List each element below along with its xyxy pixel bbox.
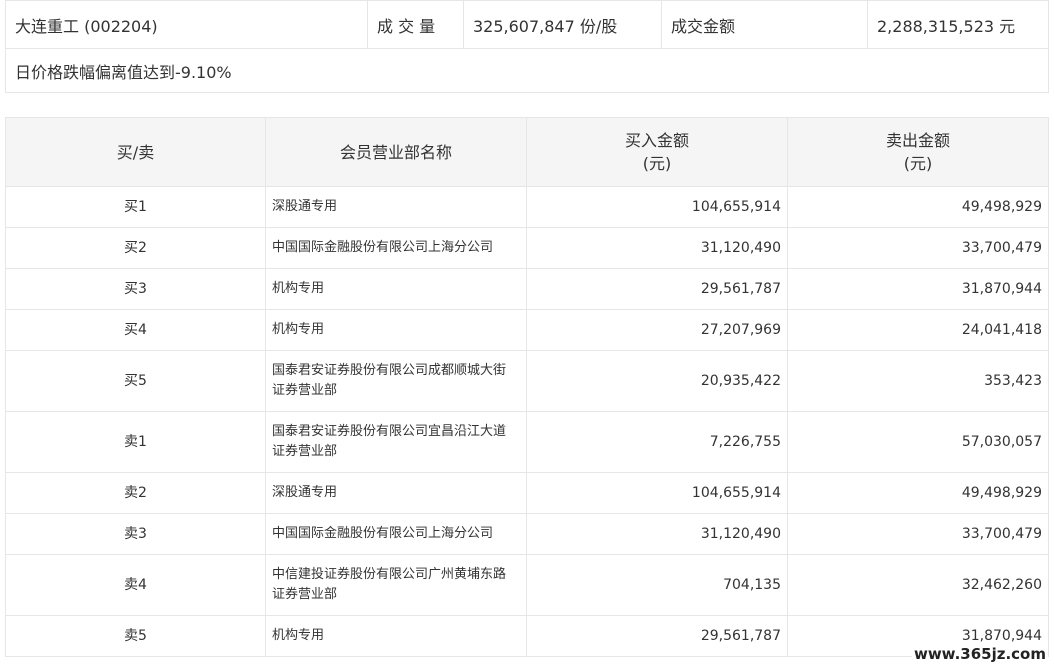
table-row: 买4 机构专用 27,207,969 24,041,418 [5, 309, 1049, 351]
table-row: 卖2 深股通专用 104,655,914 49,498,929 [5, 472, 1049, 514]
header-side: 买/卖 [5, 117, 266, 187]
side-cell: 买1 [5, 186, 266, 228]
sell-amount-cell: 32,462,260 [787, 554, 1049, 616]
table-row: 卖1 国泰君安证券股份有限公司宜昌沿江大道证券营业部 7,226,755 57,030… [5, 411, 1049, 473]
trading-detail-table: 买/卖 会员营业部名称 买入金额 (元) 卖出金额 (元) 买1 深股通专用 104… [5, 117, 1049, 657]
sell-amount-cell: 33,700,479 [787, 513, 1049, 555]
sell-amount-cell: 31,870,944 [787, 268, 1049, 310]
broker-name-cell: 机构专用 [265, 309, 527, 351]
buy-amount-cell: 704,135 [526, 554, 788, 616]
broker-name-cell: 中信建投证券股份有限公司广州黄埔东路证券营业部 [265, 554, 527, 616]
buy-amount-cell: 104,655,914 [526, 186, 788, 228]
note-row: 日价格跌幅偏离值达到-9.10% [5, 48, 1049, 93]
side-cell: 买3 [5, 268, 266, 310]
volume-value: 325,607,847 份/股 [463, 0, 662, 49]
header-sell: 卖出金额 (元) [787, 117, 1049, 187]
table-row: 买5 国泰君安证券股份有限公司成都顺城大街证券营业部 20,935,422 353,4… [5, 350, 1049, 412]
side-cell: 买4 [5, 309, 266, 351]
broker-name-cell: 机构专用 [265, 268, 527, 310]
broker-name-cell: 国泰君安证券股份有限公司成都顺城大街证券营业部 [265, 350, 527, 412]
buy-amount-cell: 104,655,914 [526, 472, 788, 514]
side-cell: 卖3 [5, 513, 266, 555]
summary-table: 大连重工 (002204) 成 交 量 325,607,847 份/股 成交金额… [5, 0, 1049, 93]
broker-name-cell: 深股通专用 [265, 472, 527, 514]
sell-amount-cell: 353,423 [787, 350, 1049, 412]
table-row: 买1 深股通专用 104,655,914 49,498,929 [5, 186, 1049, 228]
watermark: www.365jz.com [911, 645, 1048, 663]
amount-value: 2,288,315,523 元 [867, 0, 1049, 49]
table-row: 卖5 机构专用 29,561,787 31,870,944 [5, 615, 1049, 657]
table-row: 卖4 中信建投证券股份有限公司广州黄埔东路证券营业部 704,135 32,462,2… [5, 554, 1049, 616]
sell-amount-cell: 49,498,929 [787, 472, 1049, 514]
table-header-row: 买/卖 会员营业部名称 买入金额 (元) 卖出金额 (元) [5, 117, 1049, 187]
buy-amount-cell: 27,207,969 [526, 309, 788, 351]
buy-amount-cell: 31,120,490 [526, 513, 788, 555]
side-cell: 卖2 [5, 472, 266, 514]
stock-name: 大连重工 (002204) [5, 0, 368, 49]
buy-amount-cell: 31,120,490 [526, 227, 788, 269]
broker-name-cell: 国泰君安证券股份有限公司宜昌沿江大道证券营业部 [265, 411, 527, 473]
buy-amount-cell: 7,226,755 [526, 411, 788, 473]
deviation-note: 日价格跌幅偏离值达到-9.10% [5, 48, 1049, 93]
buy-amount-cell: 29,561,787 [526, 268, 788, 310]
volume-label: 成 交 量 [367, 0, 464, 49]
table-row: 买2 中国国际金融股份有限公司上海分公司 31,120,490 33,700,479 [5, 227, 1049, 269]
broker-name-cell: 中国国际金融股份有限公司上海分公司 [265, 513, 527, 555]
table-row: 买3 机构专用 29,561,787 31,870,944 [5, 268, 1049, 310]
side-cell: 买2 [5, 227, 266, 269]
header-buy: 买入金额 (元) [526, 117, 788, 187]
sell-amount-cell: 49,498,929 [787, 186, 1049, 228]
summary-row: 大连重工 (002204) 成 交 量 325,607,847 份/股 成交金额… [5, 0, 1049, 49]
side-cell: 卖5 [5, 615, 266, 657]
buy-amount-cell: 20,935,422 [526, 350, 788, 412]
broker-name-cell: 深股通专用 [265, 186, 527, 228]
side-cell: 卖4 [5, 554, 266, 616]
sell-amount-cell: 57,030,057 [787, 411, 1049, 473]
sell-amount-cell: 24,041,418 [787, 309, 1049, 351]
side-cell: 买5 [5, 350, 266, 412]
side-cell: 卖1 [5, 411, 266, 473]
page: 大连重工 (002204) 成 交 量 325,607,847 份/股 成交金额… [0, 0, 1054, 667]
amount-label: 成交金额 [661, 0, 868, 49]
header-name: 会员营业部名称 [265, 117, 527, 187]
broker-name-cell: 中国国际金融股份有限公司上海分公司 [265, 227, 527, 269]
broker-name-cell: 机构专用 [265, 615, 527, 657]
sell-amount-cell: 33,700,479 [787, 227, 1049, 269]
table-body: 买1 深股通专用 104,655,914 49,498,929 买2 中国国际金融股份有限… [5, 186, 1049, 657]
buy-amount-cell: 29,561,787 [526, 615, 788, 657]
table-row: 卖3 中国国际金融股份有限公司上海分公司 31,120,490 33,700,479 [5, 513, 1049, 555]
